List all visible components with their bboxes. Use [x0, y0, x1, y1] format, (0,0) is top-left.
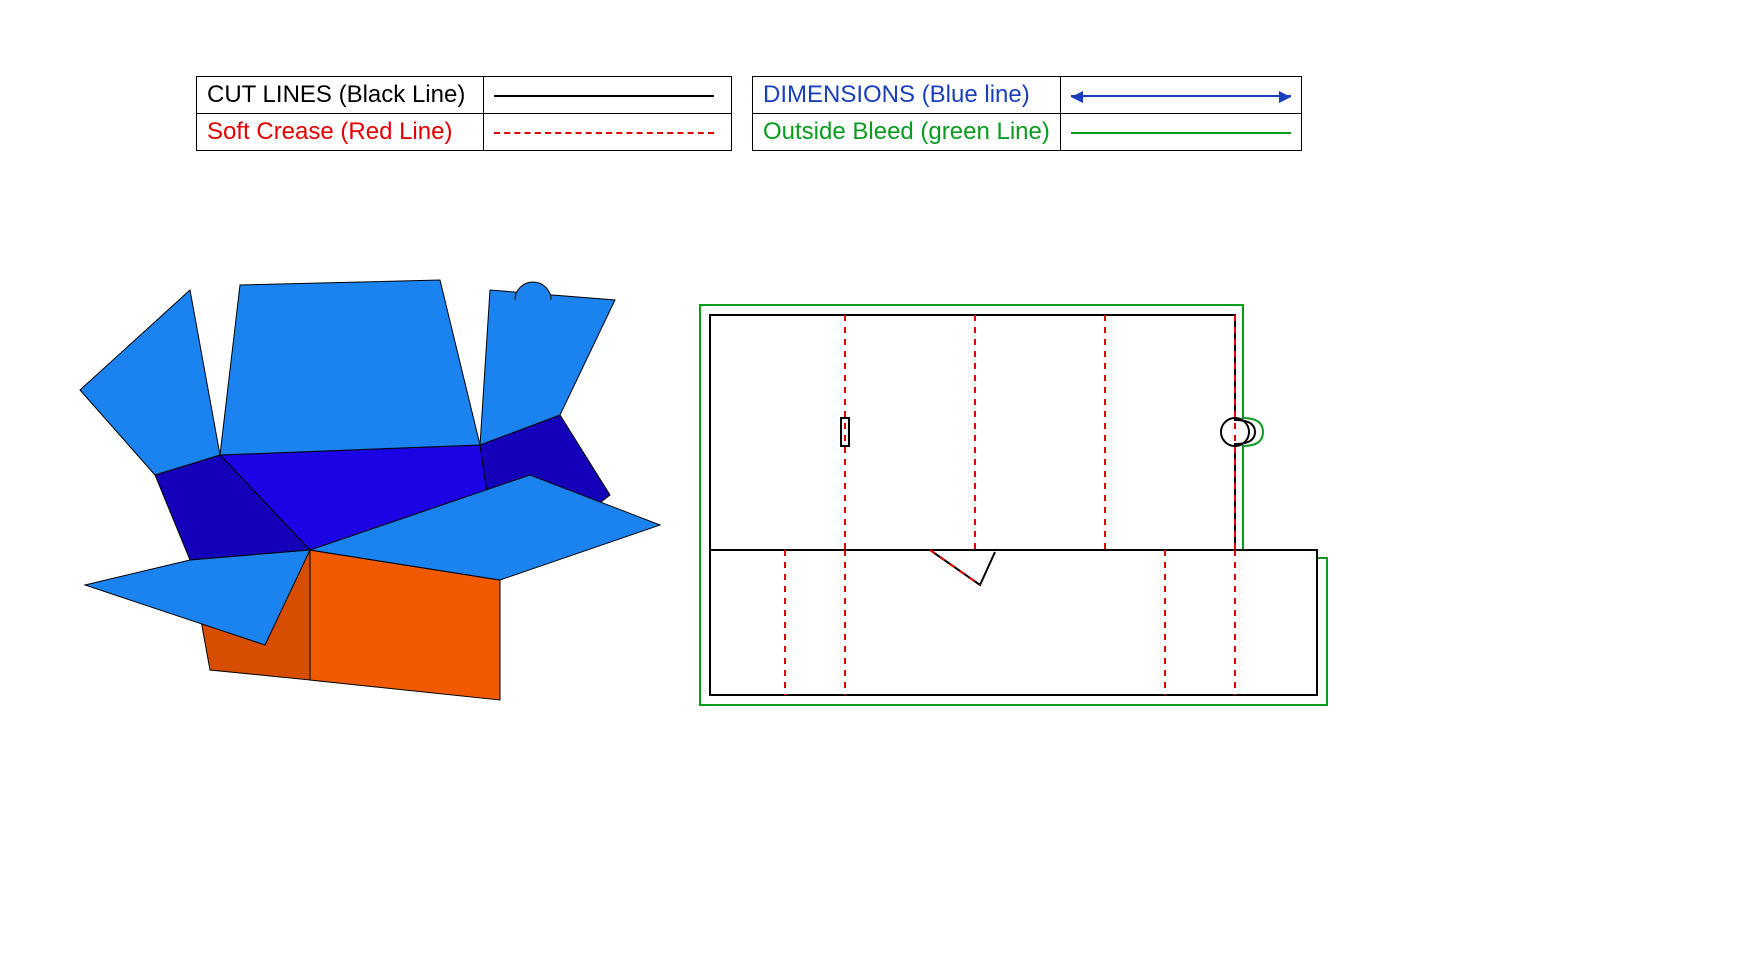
legend-dim-bleed: DIMENSIONS (Blue line) Outside Bleed (gr… [752, 76, 1302, 151]
legend-cut-crease: CUT LINES (Black Line) Soft Crease (Red … [196, 76, 732, 151]
cut-line-sample [494, 95, 714, 97]
dimension-arrow-sample [1071, 95, 1291, 97]
crease-line-sample [494, 132, 714, 134]
legend-dim-label: DIMENSIONS (Blue line) [763, 81, 1030, 108]
legend-crease-label: Soft Crease (Red Line) [207, 118, 452, 145]
legend-cut-label: CUT LINES (Black Line) [207, 81, 465, 108]
legend-bleed-label: Outside Bleed (green Line) [763, 118, 1050, 145]
dieline-template [695, 300, 1335, 720]
bleed-line-sample [1071, 132, 1291, 134]
box-3d-render [60, 250, 700, 750]
